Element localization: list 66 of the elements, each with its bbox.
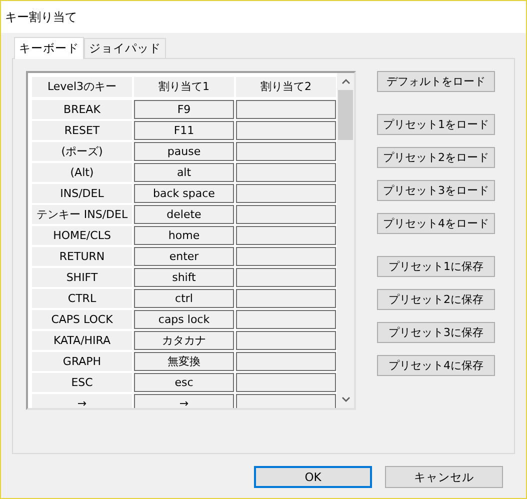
preset-button[interactable]: プリセット2をロード <box>377 147 495 168</box>
assignment-field[interactable]: → <box>134 394 234 408</box>
assignment-field[interactable] <box>236 184 336 203</box>
scroll-down-icon[interactable] <box>342 397 350 402</box>
assignment-field[interactable]: ctrl <box>134 289 234 308</box>
column-header: 割り当て2 <box>236 77 336 97</box>
assignment-field[interactable]: alt <box>134 163 234 182</box>
assignment-field[interactable] <box>236 205 336 224</box>
assignment-field[interactable] <box>236 373 336 392</box>
assignment-field[interactable] <box>236 163 336 182</box>
assignment-field[interactable]: pause <box>134 142 234 161</box>
assignment-field[interactable]: home <box>134 226 234 245</box>
dialog-button[interactable]: OK <box>254 466 372 488</box>
preset-button[interactable]: プリセット1をロード <box>377 114 495 135</box>
preset-button[interactable]: プリセット4に保存 <box>377 355 495 376</box>
preset-button[interactable]: プリセット3をロード <box>377 180 495 201</box>
assignment-field[interactable] <box>236 100 336 119</box>
key-name-cell: テンキー INS/DEL <box>32 205 132 224</box>
column-header: Level3のキー <box>32 77 132 97</box>
key-name-cell: BREAK <box>32 100 132 119</box>
assignment-field[interactable] <box>236 331 336 350</box>
assignment-field[interactable]: caps lock <box>134 310 234 329</box>
assignment-field[interactable]: F11 <box>134 121 234 140</box>
scrollbar[interactable] <box>337 73 354 408</box>
assignment-field[interactable] <box>236 268 336 287</box>
assignment-field[interactable] <box>236 142 336 161</box>
column-header: 割り当て1 <box>134 77 234 97</box>
tab[interactable]: ジョイパッド <box>84 38 166 58</box>
key-name-cell: ESC <box>32 373 132 392</box>
key-name-cell: RETURN <box>32 247 132 266</box>
key-name-cell: (Alt) <box>32 163 132 182</box>
key-name-cell: → <box>32 394 132 408</box>
assignment-field[interactable]: esc <box>134 373 234 392</box>
assignment-field[interactable]: カタカナ <box>134 331 234 350</box>
dialog-button[interactable]: キャンセル <box>385 466 503 488</box>
key-name-cell: CTRL <box>32 289 132 308</box>
assignment-field[interactable] <box>236 289 336 308</box>
assignment-field[interactable] <box>236 310 336 329</box>
key-name-cell: CAPS LOCK <box>32 310 132 329</box>
preset-button[interactable]: プリセット1に保存 <box>377 256 495 277</box>
assignment-field[interactable]: shift <box>134 268 234 287</box>
tab[interactable]: キーボード <box>14 37 84 59</box>
assignment-field[interactable]: F9 <box>134 100 234 119</box>
assignment-field[interactable]: 無変換 <box>134 352 234 371</box>
assignment-field[interactable] <box>236 394 336 408</box>
assignment-field[interactable]: enter <box>134 247 234 266</box>
assignment-field[interactable] <box>236 121 336 140</box>
preset-button[interactable]: デフォルトをロード <box>377 71 495 92</box>
scroll-up-icon[interactable] <box>342 79 350 84</box>
key-name-cell: KATA/HIRA <box>32 331 132 350</box>
scroll-thumb[interactable] <box>338 90 353 140</box>
preset-button[interactable]: プリセット2に保存 <box>377 289 495 310</box>
key-name-cell: INS/DEL <box>32 184 132 203</box>
assignment-field[interactable]: back space <box>134 184 234 203</box>
assignment-field[interactable] <box>236 352 336 371</box>
assignment-field[interactable]: delete <box>134 205 234 224</box>
key-name-cell: RESET <box>32 121 132 140</box>
preset-button[interactable]: プリセット3に保存 <box>377 322 495 343</box>
assignment-field[interactable] <box>236 226 336 245</box>
key-name-cell: GRAPH <box>32 352 132 371</box>
preset-button[interactable]: プリセット4をロード <box>377 213 495 234</box>
key-name-cell: HOME/CLS <box>32 226 132 245</box>
assignment-field[interactable] <box>236 247 336 266</box>
key-name-cell: (ポーズ) <box>32 142 132 161</box>
key-name-cell: SHIFT <box>32 268 132 287</box>
window-title: キー割り当て <box>5 8 77 26</box>
